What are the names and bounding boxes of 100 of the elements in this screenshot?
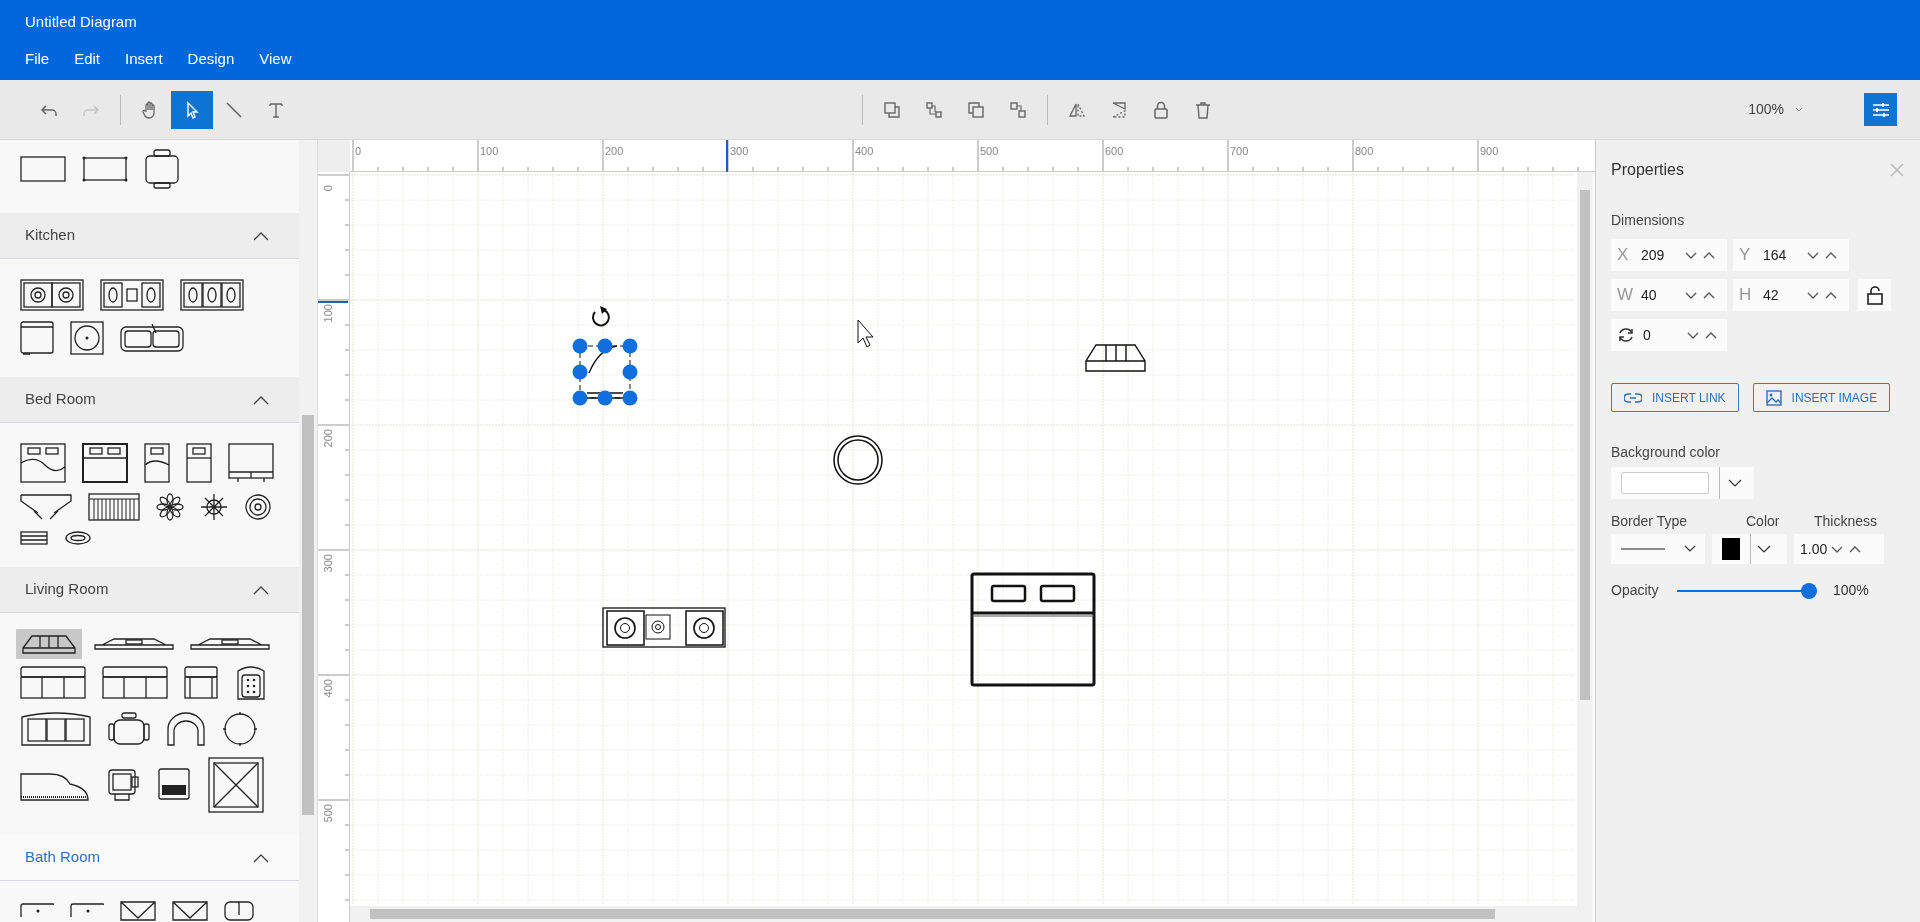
color-picker[interactable] (1611, 467, 1754, 499)
couch3-icon (20, 666, 86, 700)
toilet-icon (224, 901, 254, 921)
chevron-up-icon (253, 584, 270, 595)
rect-dots-icon (82, 156, 128, 182)
field-label: Border Type (1611, 512, 1688, 531)
palette-section-header[interactable]: Kitchen (0, 213, 300, 259)
panel-title: Properties (1611, 160, 1684, 180)
pointer-button[interactable] (171, 90, 213, 129)
ruler-label: 700 (1230, 144, 1249, 159)
scrollbar[interactable] (1577, 172, 1593, 922)
field-value: 42 (1763, 285, 1780, 305)
rect-icon (20, 156, 66, 182)
chevron-down-icon (1683, 545, 1696, 553)
number-field[interactable]: 1.00 (1794, 534, 1884, 564)
palette-section-header[interactable]: Bed Room (0, 377, 300, 423)
rotate-icon (1617, 326, 1635, 344)
laptop-icon (156, 768, 192, 802)
menu-item[interactable]: Edit (74, 48, 101, 71)
field-label: Background color (1611, 443, 1721, 462)
field-label: X (1617, 244, 1630, 267)
menu-item[interactable]: Design (187, 48, 235, 71)
ruler-label: 100 (320, 303, 335, 325)
line-icon (224, 99, 244, 120)
sofa-shape[interactable] (1085, 344, 1146, 372)
round-table-shape[interactable] (833, 435, 883, 485)
chevron-down-icon (1757, 545, 1771, 553)
chair-round-icon (108, 712, 150, 746)
number-field[interactable]: Y 164 (1733, 239, 1849, 271)
oval-icon (64, 531, 92, 545)
field-value: 0 (1643, 325, 1652, 345)
tri-box-icon (172, 901, 208, 921)
shelf-icon (20, 531, 48, 545)
bed-shape[interactable] (970, 572, 1096, 687)
ruler-label: 0 (355, 144, 362, 159)
field-value: 40 (1641, 285, 1658, 305)
image-icon (1765, 389, 1782, 406)
palette-section-header[interactable]: Living Room (0, 567, 300, 613)
desk-icon (106, 767, 140, 803)
rotate-handle-icon[interactable] (591, 306, 610, 327)
properties-toggle-button[interactable] (1864, 93, 1897, 126)
cross-box-icon (208, 757, 264, 813)
border-color-picker[interactable] (1712, 534, 1787, 564)
ruler-label: 900 (1480, 144, 1499, 159)
scrollbar[interactable] (350, 906, 1577, 922)
tub-icon (70, 903, 104, 919)
opacity-slider[interactable] (1677, 582, 1817, 599)
insert-button[interactable]: INSERT LINK (1611, 383, 1739, 412)
insert-button[interactable]: INSERT IMAGE (1752, 383, 1891, 412)
chevron-up-icon (253, 852, 270, 863)
ruler-label: 500 (320, 803, 335, 825)
ruler-label: 600 (1105, 144, 1124, 159)
window-title: Untitled Diagram (25, 12, 138, 32)
menu-item[interactable]: Insert (125, 48, 163, 71)
menu-item[interactable]: View (259, 48, 292, 71)
field-label: Color (1746, 512, 1781, 531)
link-icon (1624, 391, 1642, 404)
layers-icon (966, 99, 986, 120)
bed-double2-icon (82, 443, 128, 483)
stove3a-icon (100, 279, 164, 311)
flower-icon (156, 493, 184, 521)
number-field[interactable]: W 40 (1611, 279, 1727, 311)
ruler-label: 300 (320, 553, 335, 575)
zoom-dropdown[interactable]: 100% (1748, 99, 1804, 120)
menu-item[interactable]: File (25, 48, 50, 71)
aspect-lock-button[interactable] (1858, 279, 1891, 311)
field-label: W (1617, 284, 1633, 307)
palette-shape[interactable] (16, 629, 82, 659)
slider-value: 100% (1833, 581, 1869, 600)
field-label: Y (1739, 244, 1752, 267)
slider-thumb[interactable] (1801, 582, 1817, 599)
stove-shape[interactable] (602, 607, 726, 648)
field-value: 164 (1763, 245, 1788, 265)
lock-icon (1151, 99, 1171, 120)
stove2-icon (20, 279, 84, 311)
bed-single-icon (144, 443, 170, 483)
color-swatch (1722, 538, 1740, 560)
selected-shape[interactable] (572, 338, 638, 406)
ruler-label: 500 (980, 144, 999, 159)
field-value: 1.00 (1800, 539, 1828, 559)
ruler-label: 0 (320, 184, 335, 194)
chevron-up-icon (253, 394, 270, 405)
number-field[interactable]: H 42 (1733, 279, 1849, 311)
tv-icon (190, 638, 270, 650)
border-type-dropdown[interactable] (1611, 534, 1705, 564)
sofa-dots-icon (20, 711, 92, 747)
radiator-icon (88, 493, 140, 521)
sink-icon (120, 323, 184, 353)
scrollbar[interactable] (299, 140, 317, 922)
number-field[interactable]: 0 (1611, 319, 1727, 351)
dresser-icon (20, 493, 72, 521)
field-value: 209 (1641, 245, 1666, 265)
number-field[interactable]: X 209 (1611, 239, 1727, 271)
layers-icon (882, 99, 902, 120)
tri-box-icon (120, 901, 156, 921)
ruler-label: 300 (730, 144, 749, 159)
ruler-label: 200 (605, 144, 624, 159)
tv-icon (94, 638, 174, 650)
bed-single2-icon (186, 443, 212, 483)
chair-table-icon (144, 149, 180, 189)
